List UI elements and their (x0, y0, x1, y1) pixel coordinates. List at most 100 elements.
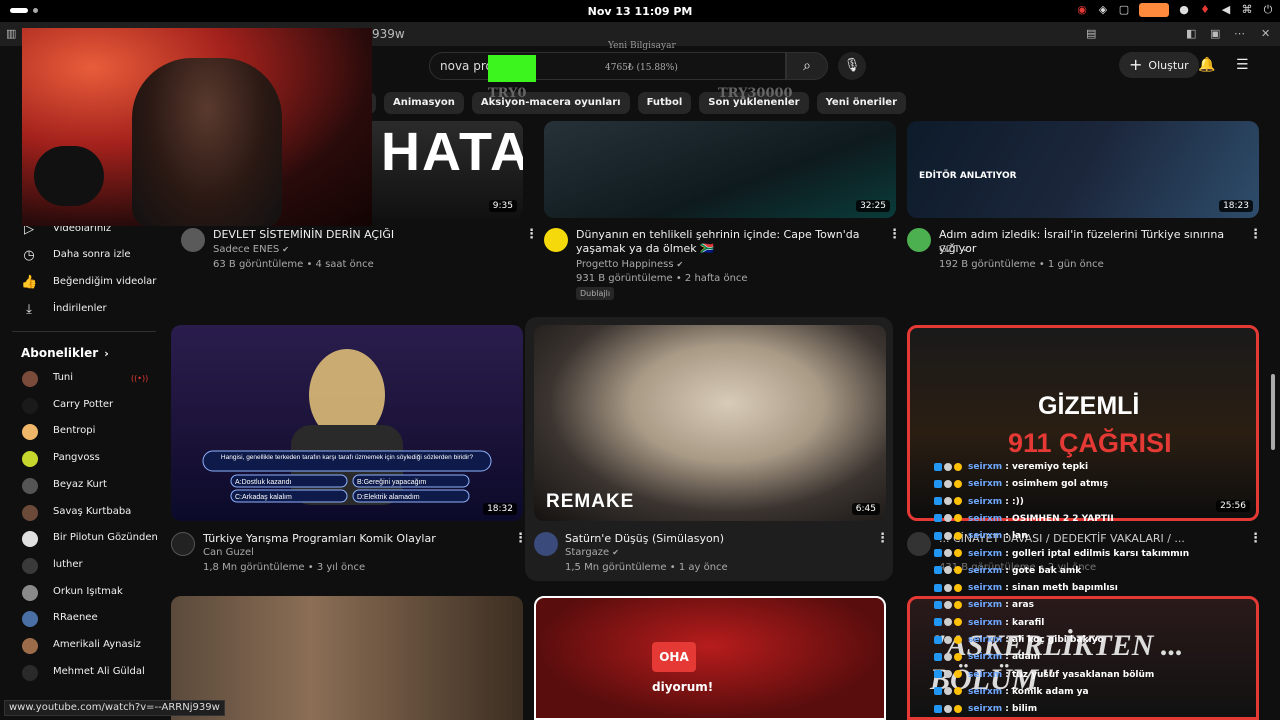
more-options-icon[interactable]: ⋮ (888, 227, 901, 242)
subscription-name: RRaenee (53, 612, 98, 624)
channel-name[interactable]: GZT ✔ (939, 244, 969, 255)
more-options-icon[interactable]: ⋮ (1249, 227, 1262, 242)
chat-badge-icon (954, 670, 962, 679)
subscription-item[interactable]: Tuni ((•)) (0, 367, 166, 393)
screen-share-indicator[interactable] (1139, 3, 1169, 17)
sidebar-toggle-icon[interactable]: ▥ (6, 27, 16, 40)
chat-badge-icon (954, 635, 962, 644)
address-bar-text[interactable]: 939w (372, 27, 405, 41)
chat-badge-icon (934, 670, 942, 679)
video-thumbnail[interactable]: 32:25 (544, 121, 896, 218)
chevron-right-icon: › (104, 347, 109, 360)
chip-yeni-oneriler[interactable]: Yeni öneriler (816, 92, 907, 114)
menu-dots-icon[interactable]: ⋯ (1234, 27, 1245, 40)
chat-badge-icon (934, 635, 942, 644)
sidebar-item-label: İndirilenler (53, 303, 107, 314)
channel-name[interactable]: Sadece ENES ✔ (213, 244, 289, 255)
subscription-item[interactable]: Beyaz Kurt (0, 474, 166, 500)
voice-search-button[interactable]: 🎙 (838, 52, 866, 80)
more-options-icon[interactable]: ⋮ (514, 531, 527, 546)
extension-badge-icon[interactable]: ▣ (1210, 27, 1220, 40)
channel-name[interactable]: Stargaze ✔ (565, 547, 619, 558)
chat-badge-icon (954, 479, 962, 488)
subscription-item[interactable]: Bir Pilotun Gözünden (0, 527, 166, 553)
channel-avatar[interactable] (181, 228, 205, 252)
chat-username: seirxm (968, 635, 1003, 645)
subscription-name: Tuni (53, 372, 74, 383)
sidebar-item-downloads[interactable]: ⤓ İndirilenler (0, 298, 166, 324)
chat-badge-icon (934, 531, 942, 540)
clipboard-icon[interactable]: ▢ (1118, 4, 1130, 16)
chat-message: seirxm : adam (934, 652, 1040, 666)
channel-name[interactable]: Progetto Happiness ✔ (576, 259, 683, 270)
subscription-item[interactable]: Pangvoss (0, 447, 166, 473)
channel-avatar[interactable] (534, 532, 558, 556)
verified-icon: ✔ (612, 548, 619, 557)
page-scrollbar[interactable] (1271, 374, 1275, 450)
subscription-item[interactable]: Orkun Işıtmak (0, 581, 166, 607)
chip-animasyon[interactable]: Animasyon (384, 92, 464, 114)
subscription-item[interactable]: Amerikali Aynasiz (0, 634, 166, 660)
close-icon[interactable]: ✕ (1261, 27, 1270, 40)
subscription-item[interactable]: Savaş Kurtbaba (0, 501, 166, 527)
chat-username: seirxm (968, 531, 1003, 542)
chat-message: seirxm : bilim (934, 704, 1037, 718)
chat-separator: : (1002, 617, 1013, 628)
chat-badge-icon (954, 652, 962, 661)
subscription-item[interactable]: Bentropi (0, 420, 166, 446)
discord-icon[interactable]: ◈ (1097, 4, 1109, 16)
more-options-icon[interactable]: ⋮ (525, 227, 538, 242)
notifications-bell-icon[interactable]: 🔔 (1198, 57, 1215, 73)
obs-icon[interactable]: ● (1178, 4, 1190, 16)
download-icon: ⤓ (26, 302, 32, 317)
subscription-item[interactable]: RRaenee (0, 607, 166, 633)
power-icon[interactable]: ⏻ (1262, 4, 1274, 16)
chat-badge-icon (954, 514, 962, 523)
more-options-icon[interactable]: ⋮ (876, 531, 889, 546)
subscription-item[interactable]: luther (0, 554, 166, 580)
subscription-item[interactable]: Carry Potter (0, 394, 166, 420)
video-title[interactable]: DEVLET SİSTEMİNİN DERİN AÇIĞI (213, 228, 513, 242)
chat-username: seirxm (968, 669, 1003, 680)
video-meta: 1,8 Mn görüntüleme • 3 yıl önce (203, 562, 366, 573)
apps-icon[interactable]: ☰ (1236, 57, 1249, 73)
extension-icon[interactable]: ◧ (1186, 27, 1196, 40)
video-title[interactable]: Adım adım izledik: İsrail'in füzelerini … (939, 228, 1239, 256)
chat-separator: : (1002, 531, 1013, 542)
channel-avatar[interactable] (907, 228, 931, 252)
sidebar-item-watch-later[interactable]: ◷ Daha sonra izle (0, 244, 166, 270)
mic-active-icon[interactable]: ♦ (1199, 4, 1211, 16)
video-thumbnail[interactable]: EDİTÖR ANLATIYOR 18:23 (907, 121, 1259, 218)
channel-avatar[interactable] (544, 228, 568, 252)
chat-message: seirxm : lan (934, 531, 1028, 545)
network-icon[interactable]: ⌘ (1241, 4, 1253, 16)
create-button[interactable]: + Oluştur (1119, 52, 1199, 78)
chat-message: seirxm : komik adam ya (934, 687, 1089, 701)
chrome-icon[interactable]: ◉ (1076, 4, 1088, 16)
subscription-name: Carry Potter (53, 398, 114, 410)
video-title[interactable]: Türkiye Yarışma Programları Komik Olayla… (203, 532, 503, 546)
subscriptions-heading[interactable]: Abonelikler › (21, 346, 109, 360)
chat-separator: : (1002, 583, 1013, 594)
chat-message: seirxm : osimhem gol atmış (934, 479, 1108, 493)
more-options-icon[interactable]: ⋮ (1249, 531, 1262, 546)
chat-badge-icon (954, 566, 962, 575)
volume-icon[interactable]: ◀ (1220, 4, 1232, 16)
thumbnail-text: HATA (381, 122, 523, 182)
sidebar-item-liked-videos[interactable]: 👍 Beğendiğim videolar (0, 271, 166, 297)
channel-avatar[interactable] (171, 532, 195, 556)
avatar (22, 557, 38, 574)
subscription-item[interactable]: Mehmet Ali Güldal (0, 661, 166, 687)
video-thumbnail[interactable]: Hangisi, genellikle terkeden tarafın kar… (171, 325, 523, 521)
video-thumbnail[interactable]: OHA diyorum! (534, 596, 886, 720)
chat-badge-icon (934, 687, 942, 696)
video-title[interactable]: Satürn'e Düşüş (Simülasyon) (565, 532, 865, 546)
channel-avatar[interactable] (907, 532, 931, 556)
video-title[interactable]: Dünyanın en tehlikeli şehrinin içinde: C… (576, 228, 882, 256)
create-label: Oluştur (1148, 58, 1189, 72)
sidebar-item-label: Beğendiğim videolar (53, 276, 157, 287)
reader-icon[interactable]: ▤ (1086, 27, 1096, 40)
search-button[interactable]: ⌕ (786, 52, 828, 80)
channel-name[interactable]: Can Guzel (203, 547, 254, 558)
video-thumbnail[interactable]: REMAKE 6:45 (534, 325, 886, 521)
